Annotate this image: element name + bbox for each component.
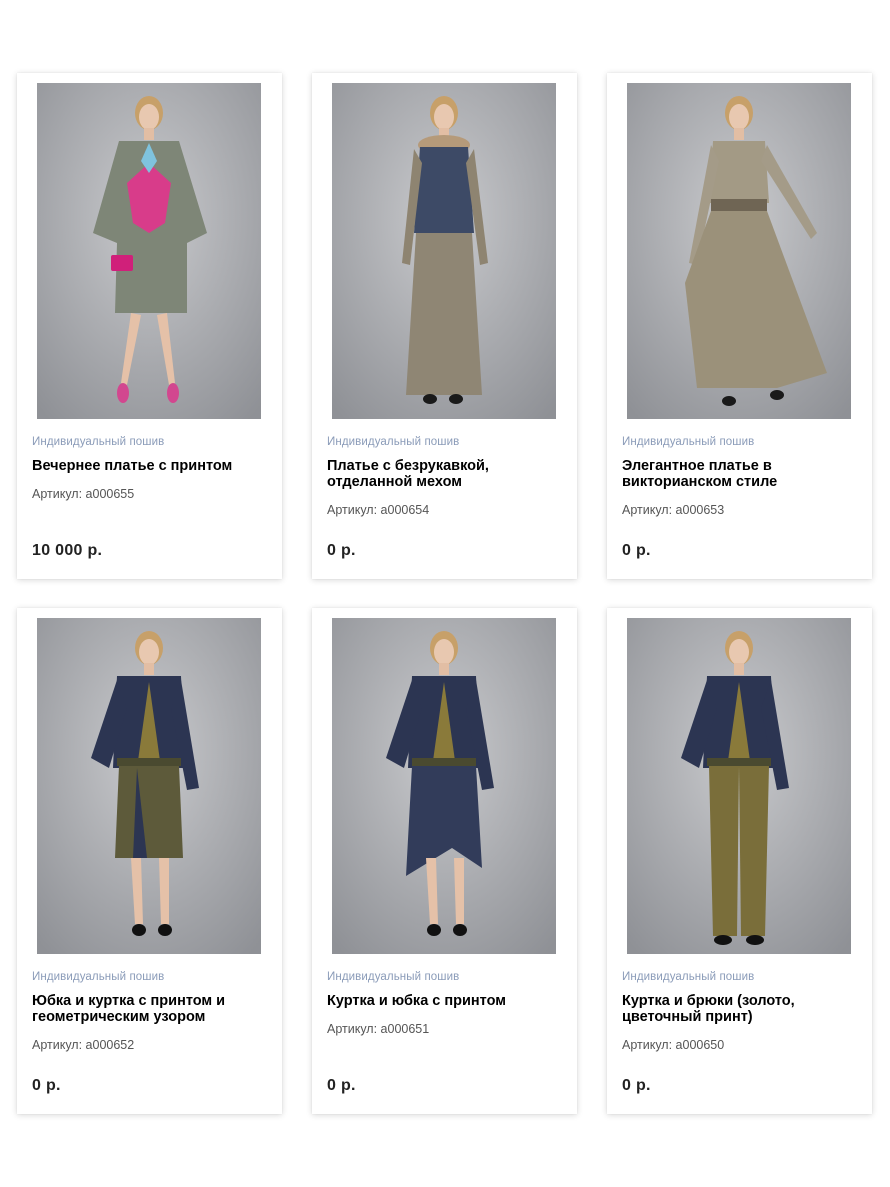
product-sku: Артикул: a000650 [622, 1038, 725, 1052]
product-category[interactable]: Индивидуальный пошив [32, 436, 164, 448]
product-card-3[interactable]: Индивидуальный пошив Элегантное платье в… [607, 73, 872, 579]
product-title[interactable]: Платье с безрукавкой, отделанной мехом [327, 458, 567, 490]
product-sku: Артикул: a000653 [622, 503, 725, 517]
product-sku: Артикул: a000655 [32, 487, 135, 501]
product-card-5[interactable]: Индивидуальный пошив Куртка и юбка с при… [312, 608, 577, 1114]
product-title[interactable]: Вечернее платье с принтом [32, 458, 272, 474]
product-price: 0 р. [327, 1077, 356, 1094]
product-title[interactable]: Куртка и брюки (золото, цветочный принт) [622, 993, 862, 1025]
product-card-1[interactable]: Индивидуальный пошив Вечернее платье с п… [17, 73, 282, 579]
product-image [332, 83, 556, 419]
product-category[interactable]: Индивидуальный пошив [32, 971, 164, 983]
product-price: 0 р. [622, 1077, 651, 1094]
product-sku: Артикул: a000651 [327, 1022, 430, 1036]
product-card-4[interactable]: Индивидуальный пошив Юбка и куртка с при… [17, 608, 282, 1114]
product-grid: Индивидуальный пошив Вечернее платье с п… [17, 73, 873, 1114]
product-image [37, 83, 261, 419]
product-photo[interactable] [37, 618, 261, 954]
product-sku: Артикул: a000654 [327, 503, 430, 517]
product-photo[interactable] [627, 618, 851, 954]
product-price: 0 р. [32, 1077, 61, 1094]
product-price: 0 р. [327, 542, 356, 559]
product-image [627, 618, 851, 954]
product-price: 10 000 р. [32, 542, 103, 559]
product-image [332, 618, 556, 954]
product-photo[interactable] [37, 83, 261, 419]
product-category[interactable]: Индивидуальный пошив [327, 971, 459, 983]
product-photo[interactable] [332, 618, 556, 954]
product-title[interactable]: Элегантное платье в викторианском стиле [622, 458, 862, 490]
product-image [37, 618, 261, 954]
product-image [627, 83, 851, 419]
product-photo[interactable] [627, 83, 851, 419]
product-price: 0 р. [622, 542, 651, 559]
product-card-6[interactable]: Индивидуальный пошив Куртка и брюки (зол… [607, 608, 872, 1114]
product-title[interactable]: Куртка и юбка с принтом [327, 993, 567, 1009]
product-category[interactable]: Индивидуальный пошив [622, 436, 754, 448]
product-photo[interactable] [332, 83, 556, 419]
product-category[interactable]: Индивидуальный пошив [327, 436, 459, 448]
product-category[interactable]: Индивидуальный пошив [622, 971, 754, 983]
product-title[interactable]: Юбка и куртка с принтом и геометрическим… [32, 993, 272, 1025]
product-card-2[interactable]: Индивидуальный пошив Платье с безрукавко… [312, 73, 577, 579]
product-sku: Артикул: a000652 [32, 1038, 135, 1052]
